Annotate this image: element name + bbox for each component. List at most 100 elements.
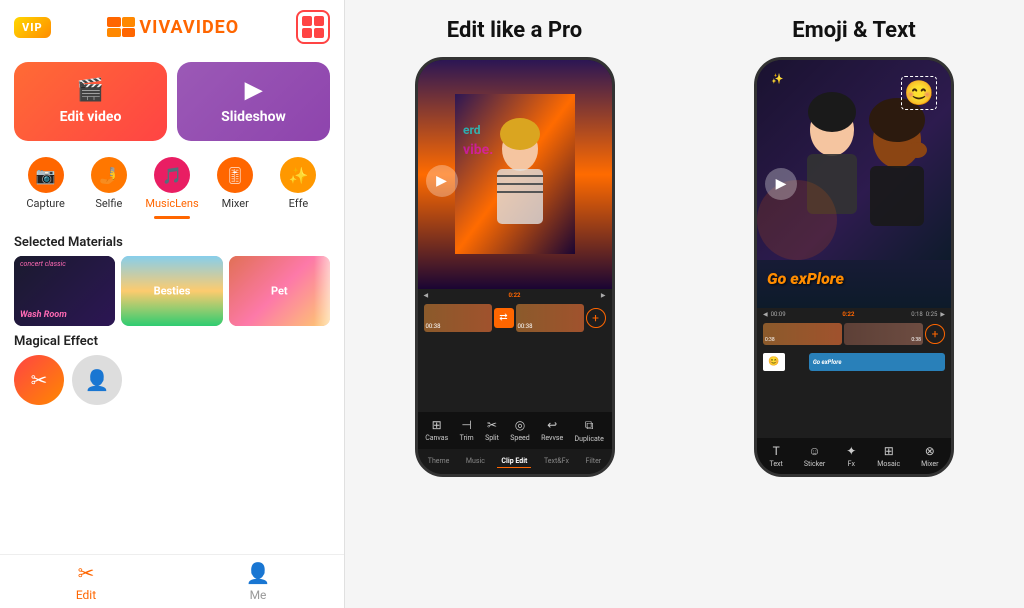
track-seg-1[interactable]: 00:38 — [424, 304, 492, 332]
effect-label: Effe — [289, 197, 309, 210]
toolbar-text[interactable]: T Text — [770, 444, 783, 468]
mosaic-icon: ⊞ — [884, 444, 894, 458]
toolbar-canvas[interactable]: ⊞ Canvas — [425, 418, 448, 443]
tab-textfx[interactable]: Text&Fx — [540, 455, 573, 468]
magical-item-filter[interactable]: 👤 — [72, 355, 122, 554]
right-time-nav-left: ◀ — [763, 311, 768, 318]
sidebar-item-selfie[interactable]: 🤳 Selfie — [77, 157, 140, 219]
tab-filter[interactable]: Filter — [582, 455, 606, 468]
sidebar-item-mixer[interactable]: 🎚 Mixer — [204, 157, 267, 219]
toolbar-mosaic[interactable]: ⊞ Mosaic — [877, 444, 900, 468]
mixer-icon: 🎚 — [217, 157, 253, 193]
thumb-text-2: Besties — [154, 285, 191, 298]
right-seg-1[interactable]: 0:38 — [763, 323, 842, 345]
toolbar-fx[interactable]: ✦ Fx — [846, 444, 856, 468]
toolbar-speed[interactable]: ◎ Speed — [510, 418, 529, 443]
time-start: ◀ — [424, 292, 429, 299]
text-label: Text — [770, 460, 783, 468]
right-time-nav-right: ▶ — [940, 311, 945, 318]
split-icon: ✂ — [487, 418, 497, 432]
right-timeline-bar: ◀ 00:09 0:22 0:18 0:25 ▶ — [757, 308, 951, 321]
trim-label: Trim — [460, 434, 474, 442]
right-phone-toolbar: T Text ☺ Sticker ✦ Fx ⊞ Mosaic ⊗ Mixer — [757, 438, 951, 474]
mosaic-label: Mosaic — [877, 460, 900, 468]
logo-text: VIVAVIDEO — [139, 17, 239, 38]
toolbar-revvse[interactable]: ↩ Revvse — [541, 418, 563, 443]
duplicate-icon: ⧉ — [585, 418, 594, 433]
vip-badge[interactable]: VIP — [14, 17, 51, 38]
text-tool-icon: T — [773, 444, 780, 458]
camera-icon: 📷 — [28, 157, 64, 193]
arrows-icon: ⇄ — [499, 312, 507, 323]
slideshow-button[interactable]: ▶ Slideshow — [177, 62, 330, 141]
edit-nav-icon: ✂ — [78, 561, 95, 585]
middle-panel: Edit like a Pro — [345, 0, 684, 608]
canvas-icon: ⊞ — [432, 418, 442, 432]
middle-phone-screen: erd vibe. ▶ — [418, 60, 612, 412]
material-thumb-1[interactable]: Wash Room concert classic — [14, 256, 115, 326]
sidebar-item-effect[interactable]: ✨ Effe — [267, 157, 330, 219]
seg-time-2: 00:38 — [518, 323, 533, 330]
text-track-seg[interactable]: Go exPlore — [809, 353, 945, 371]
revvse-icon: ↩ — [547, 418, 557, 432]
play-icon: ▶ — [245, 78, 262, 103]
me-nav-label: Me — [250, 588, 267, 602]
play-button[interactable]: ▶ — [426, 165, 458, 197]
tab-clipedit[interactable]: Clip Edit — [497, 455, 531, 468]
grid-icon[interactable] — [296, 10, 330, 44]
sidebar-item-capture[interactable]: 📷 Capture — [14, 157, 77, 219]
timeline-track: 00:38 ⇄ 00:38 + — [418, 302, 612, 334]
emoji-selection-box: 😊 — [901, 76, 937, 110]
nav-me[interactable]: 👤 Me — [172, 561, 344, 602]
duplicate-label: Duplicate — [575, 435, 604, 443]
toolbar-sticker[interactable]: ☺ Sticker — [804, 444, 825, 468]
emoji-sticker[interactable]: 😊 — [904, 79, 934, 107]
tab-music[interactable]: Music — [462, 455, 489, 468]
materials-container: Wash Room concert classic Besties Pet — [0, 256, 344, 326]
edit-video-button[interactable]: 🎬 Edit video — [14, 62, 167, 141]
toolbar-split[interactable]: ✂ Split — [485, 418, 499, 443]
magical-item-edit[interactable]: ✂ — [14, 355, 64, 554]
emoji-track-icon[interactable]: 😊 — [763, 353, 785, 371]
toolbar-mixer[interactable]: ⊗ Mixer — [921, 444, 938, 468]
me-nav-icon: 👤 — [246, 561, 271, 585]
fade-overlay — [314, 256, 344, 326]
svg-text:vibe.: vibe. — [463, 142, 493, 158]
musiclens-label: MusicLens — [145, 197, 198, 210]
selfie-icon: 🤳 — [91, 157, 127, 193]
add-segment-button[interactable]: + — [586, 308, 606, 328]
slideshow-label: Slideshow — [221, 109, 286, 125]
scissors-icon: ✂ — [14, 355, 64, 405]
seg-time-1: 00:38 — [426, 323, 441, 330]
sidebar-item-musiclens[interactable]: 🎵 MusicLens — [140, 157, 203, 219]
phone-toolbar: ⊞ Canvas ⊣ Trim ✂ Split ◎ Speed ↩ Revvse… — [418, 412, 612, 449]
magical-title: Magical Effect — [0, 326, 344, 355]
speed-label: Speed — [510, 434, 529, 442]
filter-icon: 👤 — [72, 355, 122, 405]
right-timeline-area: ◀ 00:09 0:22 0:18 0:25 ▶ 0:38 0:38 + 😊 — [757, 308, 951, 438]
thumb-text-3: Pet — [271, 285, 288, 298]
transition-icon[interactable]: ⇄ — [494, 308, 514, 328]
video-track: 0:38 0:38 + — [757, 321, 951, 347]
right-video-preview: 😊 ✨ Go exPlore ▶ — [757, 60, 951, 308]
toolbar-trim[interactable]: ⊣ Trim — [460, 418, 474, 443]
nav-edit[interactable]: ✂ Edit — [0, 561, 172, 602]
emoji-track: 😊 Go exPlore — [757, 349, 951, 375]
thumb-text-1: Wash Room — [20, 310, 67, 320]
time-end: ▶ — [601, 292, 606, 299]
sticker-label: Sticker — [804, 460, 825, 468]
bottom-nav: ✂ Edit 👤 Me — [0, 554, 344, 608]
right-seg-time-2: 0:38 — [911, 337, 921, 343]
left-panel: VIP VIVAVIDEO 🎬 Edit video — [0, 0, 345, 608]
track-seg-2[interactable]: 00:38 — [516, 304, 584, 332]
right-time-3: 0:25 — [926, 311, 938, 318]
right-seg-2[interactable]: 0:38 — [844, 323, 923, 345]
toolbar-duplicate[interactable]: ⧉ Duplicate — [575, 418, 604, 443]
active-indicator — [154, 216, 190, 219]
right-play-button[interactable]: ▶ — [765, 168, 797, 200]
tab-theme[interactable]: Theme — [424, 455, 454, 468]
material-thumb-2[interactable]: Besties — [121, 256, 222, 326]
right-add-button[interactable]: + — [925, 324, 945, 344]
mixer-tool-icon: ⊗ — [925, 444, 935, 458]
right-time-2: 0:18 — [911, 311, 923, 318]
